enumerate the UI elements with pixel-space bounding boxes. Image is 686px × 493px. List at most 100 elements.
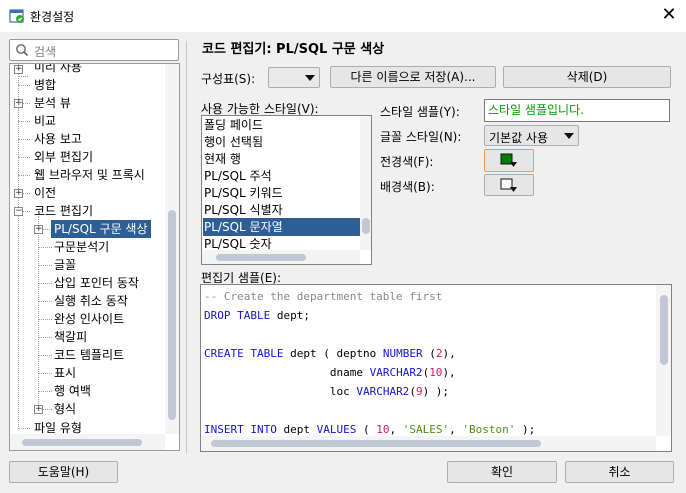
save-as-button[interactable]: 다른 이름으로 저장(A)... xyxy=(330,66,496,88)
styles-vertical-scrollbar[interactable] xyxy=(360,116,371,250)
list-item[interactable]: 폴딩 페이드 xyxy=(203,116,263,134)
editor-sample: -- Create the department table first DRO… xyxy=(200,284,672,452)
code-text: ), xyxy=(442,347,456,360)
foreground-label: 전경색(F): xyxy=(380,155,434,169)
code-keyword: VALUES xyxy=(316,423,357,436)
code-number: 9 xyxy=(415,385,423,398)
list-item[interactable]: PL/SQL 주석 xyxy=(203,167,272,185)
app-icon xyxy=(9,9,24,23)
tree-item-undo-behavior[interactable]: 실행 취소 동작 xyxy=(54,292,128,310)
code-text: ( xyxy=(356,423,377,436)
styles-horizontal-scrollbar[interactable] xyxy=(202,250,360,264)
code-text: , xyxy=(449,423,463,436)
styles-vscroll-thumb[interactable] xyxy=(362,218,370,234)
scheme-select[interactable] xyxy=(268,67,320,88)
code-text: ( xyxy=(409,385,416,398)
code-horizontal-scrollbar[interactable] xyxy=(201,436,656,451)
tree-vertical-scrollbar[interactable] xyxy=(165,64,179,434)
list-item-selected[interactable]: PL/SQL 문자열 xyxy=(203,218,360,236)
code-text: , xyxy=(389,423,403,436)
code-keyword: CREATE xyxy=(204,347,244,360)
tree-item-completion-insight[interactable]: 완성 인사이트 xyxy=(54,310,124,328)
preferences-tree[interactable]: + 미리 사용 병합 + 분석 뷰 비교 사용 보고 외부 편집기 웹 브라우저… xyxy=(9,63,180,451)
expand-icon[interactable]: + xyxy=(14,189,23,198)
tree-item-code-editor[interactable]: 코드 편집기 xyxy=(34,202,93,220)
tree-item-format[interactable]: 형식 xyxy=(54,400,76,418)
font-style-label: 글꼴 스타일(N): xyxy=(380,130,462,144)
help-button[interactable]: 도움말(H) xyxy=(9,461,118,483)
list-item[interactable]: 행이 선택됨 xyxy=(203,133,263,151)
tree-vscroll-thumb[interactable] xyxy=(168,210,176,420)
tree-item-usage-report[interactable]: 사용 보고 xyxy=(34,130,82,148)
tree-item-bookmarks[interactable]: 책갈피 xyxy=(54,328,87,346)
background-color-swatch-icon xyxy=(500,178,517,192)
expand-icon[interactable]: + xyxy=(34,225,43,234)
code-text: dept ( deptno xyxy=(283,347,383,360)
tree-item-analysis-view[interactable]: 분석 뷰 xyxy=(34,94,71,112)
page-title: 코드 편집기: PL/SQL 구문 색상 xyxy=(202,42,385,57)
search-placeholder: 검색 xyxy=(34,45,57,59)
code-string: 'SALES' xyxy=(402,423,450,436)
tree-item-parser[interactable]: 구문분석기 xyxy=(54,238,109,256)
code-line-2: DROP TABLE dept; xyxy=(204,306,310,325)
window-title: 환경설정 xyxy=(30,10,75,24)
styles-hscroll-thumb[interactable] xyxy=(216,254,306,261)
tree-item-code-templates[interactable]: 코드 템플리트 xyxy=(54,346,124,364)
expand-icon[interactable]: + xyxy=(14,65,23,74)
code-vertical-scrollbar[interactable] xyxy=(656,285,671,436)
list-item[interactable]: PL/SQL 식별자 xyxy=(203,201,283,219)
code-keyword: TABLE xyxy=(250,347,284,360)
tree-horizontal-scrollbar[interactable] xyxy=(10,434,165,450)
search-input[interactable]: 검색 xyxy=(9,39,179,61)
list-item[interactable]: PL/SQL 키워드 xyxy=(203,184,283,202)
foreground-color-button[interactable] xyxy=(484,149,534,172)
collapse-icon[interactable]: − xyxy=(14,207,23,216)
delete-button[interactable]: 삭제(D) xyxy=(503,66,671,88)
code-keyword: VARCHAR2 xyxy=(356,385,410,398)
tree-item-migration[interactable]: 이전 xyxy=(34,184,56,202)
code-hscroll-thumb[interactable] xyxy=(211,440,541,447)
code-text: ( xyxy=(422,347,436,360)
available-styles-list[interactable]: 폴딩 페이드 행이 선택됨 현재 행 PL/SQL 주석 PL/SQL 키워드 … xyxy=(201,115,372,265)
expand-icon[interactable]: + xyxy=(14,99,23,108)
code-keyword: NUMBER xyxy=(382,347,423,360)
code-line-5: loc VARCHAR2(9) ); xyxy=(204,382,449,401)
tree-item-web-browser-proxy[interactable]: 웹 브라우저 및 프록시 xyxy=(34,166,145,184)
ok-button[interactable]: 확인 xyxy=(447,461,557,483)
code-vscroll-thumb[interactable] xyxy=(660,295,668,365)
tree-hscroll-thumb[interactable] xyxy=(22,439,142,446)
tree-item-merge[interactable]: 병합 xyxy=(34,76,56,94)
search-icon xyxy=(16,44,29,57)
code-line-1: -- Create the department table first xyxy=(204,290,443,303)
tree-item-compare[interactable]: 비교 xyxy=(34,112,56,130)
tree-item-external-editor[interactable]: 외부 편집기 xyxy=(34,148,93,166)
code-text: ) ); xyxy=(422,385,450,398)
expand-icon[interactable]: + xyxy=(34,405,43,414)
title-bar xyxy=(0,0,686,32)
scheme-label: 구성표(S): xyxy=(201,72,256,86)
code-line-4: dname VARCHAR2(10), xyxy=(204,363,456,382)
tree-item-caret-behavior[interactable]: 삽입 포인터 동작 xyxy=(54,274,139,292)
font-style-select[interactable]: 기본값 사용 xyxy=(484,125,579,146)
code-text: dname xyxy=(204,366,370,379)
code-line-3: CREATE TABLE dept ( deptno NUMBER (2), xyxy=(204,344,456,363)
chevron-down-icon xyxy=(564,133,574,139)
background-color-button[interactable] xyxy=(484,174,534,196)
style-sample-label: 스타일 샘플(Y): xyxy=(380,105,460,119)
code-keyword: VARCHAR2 xyxy=(369,366,423,379)
close-button[interactable]: ✕ xyxy=(657,4,681,26)
tree-item-plsql-syntax-colors[interactable]: PL/SQL 구문 색상 xyxy=(51,220,151,238)
tree-item-fonts[interactable]: 글꼴 xyxy=(54,256,76,274)
panel-divider[interactable] xyxy=(186,41,187,453)
tree-item-display[interactable]: 표시 xyxy=(54,364,76,382)
code-text: dept; xyxy=(270,309,310,322)
code-keyword: INSERT xyxy=(204,423,244,436)
style-sample-preview: 스타일 샘플입니다. xyxy=(484,99,670,122)
list-item[interactable]: 현재 행 xyxy=(203,150,241,168)
tree-item-line-gutter[interactable]: 행 여백 xyxy=(54,382,91,400)
cancel-button[interactable]: 취소 xyxy=(565,461,674,483)
tree-item-preview[interactable]: 미리 사용 xyxy=(34,64,82,76)
code-keyword: DROP xyxy=(204,309,231,322)
code-text: ); xyxy=(515,423,536,436)
chevron-down-icon xyxy=(305,75,315,81)
